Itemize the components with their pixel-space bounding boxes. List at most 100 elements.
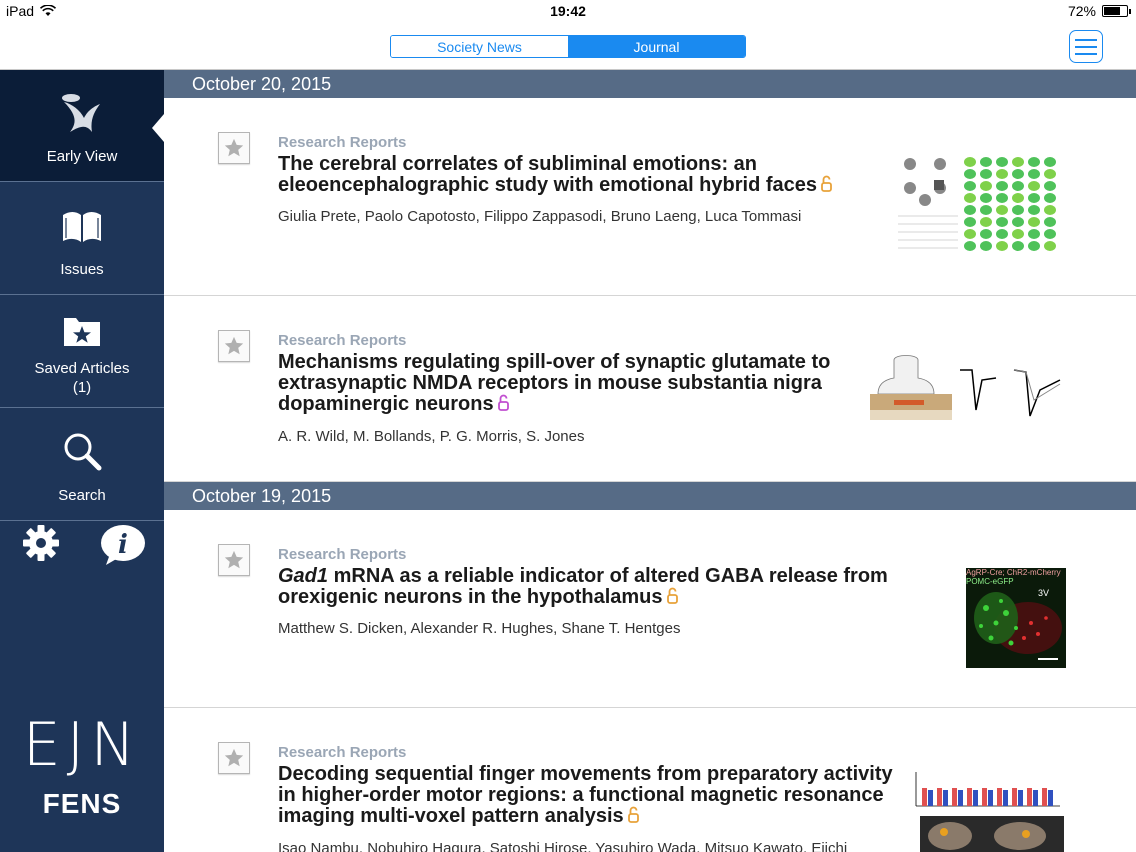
star-icon xyxy=(224,748,244,767)
favorite-button[interactable] xyxy=(218,742,250,774)
bar-execution xyxy=(988,790,993,806)
synapse-figure-image xyxy=(864,350,1070,430)
bar-preparation xyxy=(1042,788,1047,806)
eeg-figure-image xyxy=(898,154,1068,258)
status-bar: iPad 19:42 72% xyxy=(0,0,1136,22)
topography-map xyxy=(1012,157,1024,167)
topography-map xyxy=(964,217,976,227)
favorite-button[interactable] xyxy=(218,544,250,576)
bar-execution xyxy=(928,790,933,806)
topography-map xyxy=(1012,229,1024,239)
article-title[interactable]: Decoding sequential finger movements fro… xyxy=(278,764,898,827)
topography-map xyxy=(964,205,976,215)
topography-map xyxy=(964,193,976,203)
article-list: October 20, 2015 Research Reports The ce… xyxy=(164,70,1136,852)
bar-execution xyxy=(943,790,948,806)
bar-preparation xyxy=(997,788,1002,806)
tab-society-news[interactable]: Society News xyxy=(391,36,568,57)
article-authors: Matthew S. Dicken, Alexander R. Hughes, … xyxy=(278,620,681,637)
favorite-button[interactable] xyxy=(218,132,250,164)
bar-preparation xyxy=(937,788,942,806)
topography-map xyxy=(1012,181,1024,191)
menu-line xyxy=(1075,38,1097,41)
status-time: 19:42 xyxy=(550,3,586,19)
gear-icon[interactable] xyxy=(22,524,60,562)
svg-text:i: i xyxy=(118,530,128,560)
menu-button[interactable] xyxy=(1069,30,1103,63)
bar-execution xyxy=(1033,790,1038,806)
topography-map xyxy=(980,241,992,251)
article-thumbnail: AgRP-Cre; ChR2-mCherry POMC-eGFP 3V xyxy=(966,568,1066,668)
article-category: Research Reports xyxy=(278,332,407,349)
article-authors: Giulia Prete, Paolo Capotosto, Filippo Z… xyxy=(278,208,802,225)
star-icon xyxy=(224,336,244,355)
article-authors: Isao Nambu, Nobuhiro Hagura, Satoshi Hir… xyxy=(278,840,848,852)
thumb-label-3: 3V xyxy=(1038,588,1050,598)
article-row[interactable]: Research Reports Mechanisms regulating s… xyxy=(164,296,1136,482)
article-category: Research Reports xyxy=(278,546,407,563)
bar-preparation xyxy=(1012,788,1017,806)
article-title[interactable]: Gad1 mRNA as a reliable indicator of alt… xyxy=(278,566,898,608)
sidebar-tools: i xyxy=(0,524,164,584)
bar-preparation xyxy=(1027,788,1032,806)
topography-map xyxy=(996,217,1008,227)
sidebar-item-issues[interactable]: Issues xyxy=(0,183,164,295)
topography-map xyxy=(980,157,992,167)
topography-map xyxy=(964,157,976,167)
topography-map xyxy=(980,169,992,179)
favorite-button[interactable] xyxy=(218,330,250,362)
topography-map xyxy=(980,229,992,239)
menu-line xyxy=(1075,52,1097,55)
article-category: Research Reports xyxy=(278,134,407,151)
topography-map xyxy=(1028,217,1040,227)
topography-map xyxy=(1028,205,1040,215)
topography-map xyxy=(1044,205,1056,215)
article-title[interactable]: The cerebral correlates of subliminal em… xyxy=(278,154,898,196)
info-icon[interactable]: i xyxy=(100,524,146,566)
topography-map xyxy=(980,181,992,191)
bar-preparation xyxy=(982,788,987,806)
bar-execution xyxy=(1048,790,1053,806)
bar-preparation xyxy=(967,788,972,806)
topography-map xyxy=(1028,169,1040,179)
lock-icon xyxy=(497,394,509,411)
article-title-text: Decoding sequential finger movements fro… xyxy=(278,763,893,827)
topography-map xyxy=(1044,169,1056,179)
topography-map xyxy=(996,169,1008,179)
topography-map xyxy=(1028,157,1040,167)
battery-fill xyxy=(1104,7,1120,15)
sidebar-item-label: Issues xyxy=(60,261,104,278)
thumb-label-1: AgRP-Cre; ChR2-mCherry xyxy=(966,568,1061,577)
article-thumbnail xyxy=(898,154,1068,258)
article-row[interactable]: Research Reports Decoding sequential fin… xyxy=(164,708,1136,852)
sidebar-item-saved-articles[interactable]: Saved Articles (1) xyxy=(0,296,164,408)
topography-map xyxy=(996,181,1008,191)
topography-map xyxy=(980,205,992,215)
topography-map xyxy=(964,241,976,251)
article-row[interactable]: Research Reports The cerebral correlates… xyxy=(164,98,1136,296)
sidebar-item-search[interactable]: Search xyxy=(0,409,164,521)
article-title[interactable]: Mechanisms regulating spill-over of syna… xyxy=(278,352,848,415)
open-access-lock-icon xyxy=(821,175,832,192)
logo-ejn: EJN xyxy=(22,710,142,780)
bar-execution xyxy=(1003,790,1008,806)
article-row[interactable]: Research Reports Gad1 mRNA as a reliable… xyxy=(164,510,1136,708)
article-title-text: The cerebral correlates of subliminal em… xyxy=(278,153,818,196)
logo-fens: FENS xyxy=(42,788,122,819)
bar-execution xyxy=(973,790,978,806)
topography-map xyxy=(964,181,976,191)
star-icon xyxy=(224,138,244,157)
sidebar-item-label: Early View xyxy=(46,148,118,165)
topography-map xyxy=(996,205,1008,215)
article-authors: A. R. Wild, M. Bollands, P. G. Morris, S… xyxy=(278,428,585,445)
topography-map xyxy=(1044,157,1056,167)
tab-journal[interactable]: Journal xyxy=(568,36,745,57)
topography-map xyxy=(980,217,992,227)
bar-execution xyxy=(958,790,963,806)
saved-count: (1) xyxy=(72,379,92,396)
top-header: Society News Journal xyxy=(0,22,1136,70)
topography-map xyxy=(996,241,1008,251)
topography-map xyxy=(1044,241,1056,251)
sidebar-item-early-view[interactable]: Early View xyxy=(0,70,164,182)
article-title-text: Mechanisms regulating spill-over of syna… xyxy=(278,351,831,415)
